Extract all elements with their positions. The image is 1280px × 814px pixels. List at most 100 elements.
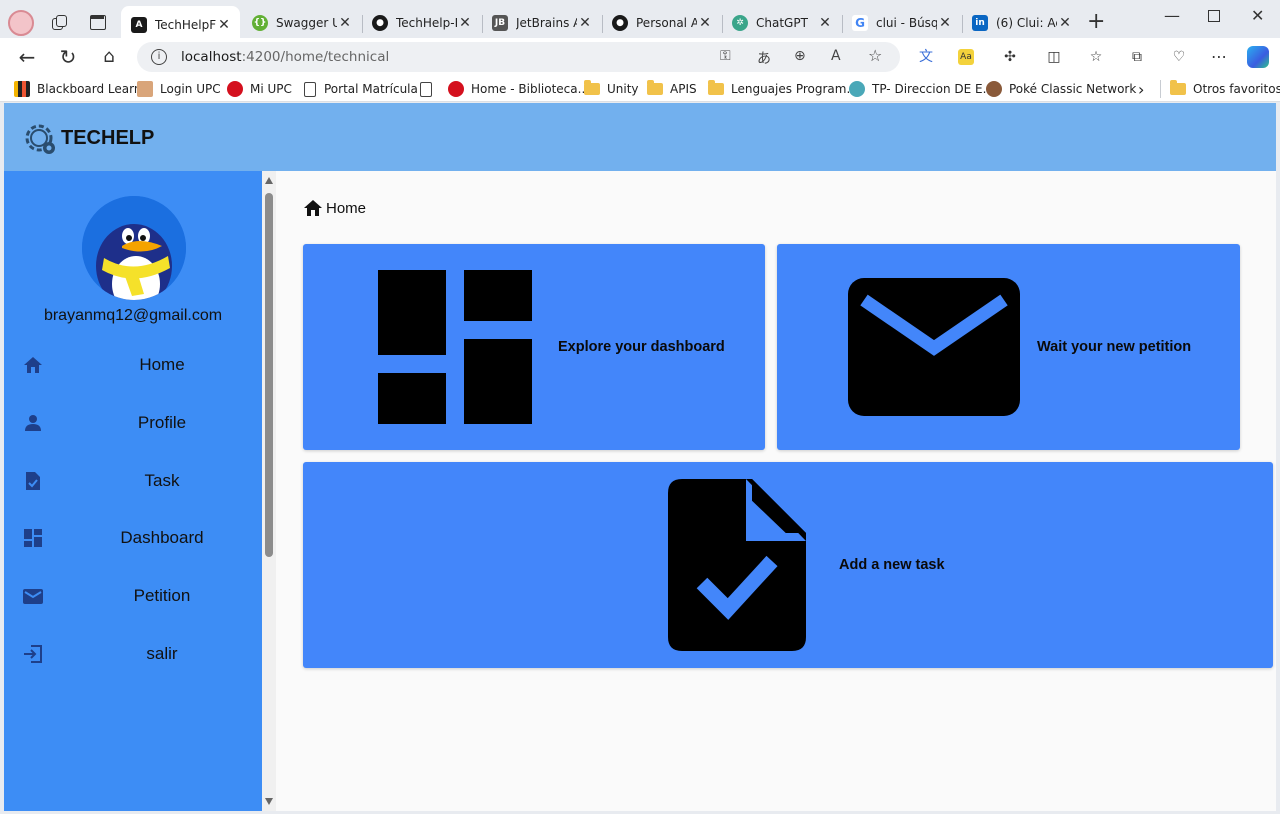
scroll-down-arrow-icon[interactable] — [265, 798, 273, 805]
back-icon[interactable]: ← — [15, 45, 39, 69]
close-tab-icon[interactable]: ✕ — [337, 15, 353, 31]
page-icon — [420, 81, 432, 97]
folder-icon — [1170, 80, 1186, 95]
url-text[interactable]: localhost:4200/home/technical — [181, 49, 389, 65]
bookmark-login-upc[interactable]: Login UPC — [137, 80, 221, 98]
nav-item-salir[interactable]: salir — [4, 634, 262, 674]
close-tab-icon[interactable]: ✕ — [697, 15, 713, 31]
tab-github-personal[interactable]: ● Personal Ac ✕ — [602, 8, 721, 38]
tab-chatgpt[interactable]: ✲ ChatGPT ✕ — [722, 8, 841, 38]
folder-icon — [708, 80, 724, 95]
swagger-icon: {} — [252, 15, 268, 31]
tab-label: Personal Ac — [636, 16, 697, 30]
copilot-icon[interactable] — [1247, 46, 1269, 68]
bookmark-folder-lenguajes[interactable]: Lenguajes Program... — [708, 80, 858, 98]
bookmark-tp-direccion[interactable]: TP- Direccion DE E... — [849, 80, 994, 98]
user-email: brayanmq12@gmail.com — [43, 307, 223, 324]
password-key-icon[interactable]: ⚿ — [720, 48, 731, 64]
scrollbar-thumb[interactable] — [265, 193, 273, 557]
tab-google-search[interactable]: G clui - Búsqu ✕ — [842, 8, 961, 38]
linkedin-icon: in — [972, 15, 988, 31]
home-page-icon[interactable]: ⌂ — [97, 45, 121, 69]
browser-essentials-icon[interactable]: ♡ — [1169, 47, 1189, 67]
close-tab-icon[interactable]: ✕ — [216, 17, 232, 33]
bookmark-other-favorites[interactable]: Otros favoritos — [1170, 80, 1280, 98]
collections-icon[interactable]: ⧉ — [1127, 47, 1147, 67]
dictionary-extension-icon[interactable]: Aa — [958, 49, 974, 65]
github-icon: ● — [612, 15, 628, 31]
bookmark-biblioteca[interactable]: Home - Biblioteca... — [448, 80, 589, 98]
add-task-card[interactable]: Add a new task — [303, 462, 1273, 668]
page-viewport: TECHELP brayanmq12@gmail.com Home Profil… — [4, 103, 1276, 811]
favorites-icon[interactable]: ☆ — [1086, 47, 1106, 67]
workspaces-icon[interactable] — [50, 14, 68, 32]
new-tab-button[interactable]: + — [1087, 11, 1105, 33]
github-icon: ● — [372, 15, 388, 31]
nav-item-petition[interactable]: Petition — [4, 576, 262, 616]
translate-icon[interactable]: あ — [757, 48, 771, 68]
extensions-icon[interactable]: ✣ — [1000, 47, 1020, 67]
bookmark-folder-apis[interactable]: APIS — [647, 80, 697, 98]
folder-icon — [584, 80, 600, 95]
bookmarks-bar: Blackboard Learn Login UPC Mi UPC Portal… — [0, 76, 1280, 102]
blackboard-icon — [14, 81, 30, 97]
bookmark-poke-classic[interactable]: Poké Classic Network — [986, 80, 1136, 98]
scroll-up-arrow-icon[interactable] — [265, 177, 273, 184]
nav-item-dashboard[interactable]: Dashboard — [4, 518, 262, 558]
close-window-icon[interactable]: ✕ — [1251, 6, 1264, 25]
close-tab-icon[interactable]: ✕ — [457, 15, 473, 31]
bookmark-label: TP- Direccion DE E... — [872, 82, 995, 96]
gear-logo-icon — [25, 124, 55, 154]
read-aloud-icon[interactable]: A — [831, 48, 841, 64]
explore-dashboard-card[interactable]: Explore your dashboard — [303, 244, 765, 450]
breadcrumb-label: Home — [326, 200, 367, 217]
bookmark-mi-upc[interactable]: Mi UPC — [227, 80, 292, 98]
bookmark-blackboard[interactable]: Blackboard Learn — [14, 80, 141, 98]
close-tab-icon[interactable]: ✕ — [817, 15, 833, 31]
nav-item-task[interactable]: Task — [4, 461, 262, 501]
bookmarks-overflow-chevron-icon[interactable]: › — [1138, 80, 1144, 99]
bookmark-label: Login UPC — [160, 82, 221, 96]
favorite-star-icon[interactable]: ☆ — [868, 46, 882, 65]
close-tab-icon[interactable]: ✕ — [937, 15, 953, 31]
bookmark-label: Unity — [607, 82, 639, 96]
bookmark-label: Poké Classic Network — [1009, 82, 1137, 96]
tab-swagger[interactable]: {} Swagger UI ✕ — [242, 8, 361, 38]
close-tab-icon[interactable]: ✕ — [1057, 15, 1073, 31]
minimize-icon[interactable]: — — [1164, 6, 1180, 25]
nav-item-home[interactable]: Home — [4, 345, 262, 385]
navigation-bar: ← ↻ ⌂ i localhost:4200/home/technical ⚿ … — [0, 38, 1280, 76]
brand-title: TECHELP — [61, 127, 155, 149]
reload-icon[interactable]: ↻ — [56, 45, 80, 69]
app-toolbar: TECHELP — [4, 103, 1276, 171]
tab-github-techhelp[interactable]: ● TechHelp-Fro ✕ — [362, 8, 481, 38]
nav-item-profile[interactable]: Profile — [4, 403, 262, 443]
dashboard-icon — [378, 270, 532, 424]
side-navigation: brayanmq12@gmail.com Home Profile Task D… — [4, 171, 262, 811]
address-bar[interactable]: i localhost:4200/home/technical ⚿ あ ⊕ A … — [137, 42, 900, 72]
tp-direccion-icon — [849, 81, 865, 97]
tab-jetbrains[interactable]: JB JetBrains Ac ✕ — [482, 8, 601, 38]
close-tab-icon[interactable]: ✕ — [577, 15, 593, 31]
bookmark-untitled[interactable] — [420, 80, 440, 98]
translator-extension-icon[interactable]: 文 — [916, 47, 936, 67]
folder-icon — [647, 80, 663, 95]
split-screen-icon[interactable]: ◫ — [1044, 47, 1064, 67]
penguin-avatar-icon — [82, 196, 186, 300]
tab-label: TechHelp-Fro — [396, 16, 457, 30]
sidenav-scrollbar[interactable] — [262, 171, 276, 811]
tab-linkedin[interactable]: in (6) Clui: Ace ✕ — [962, 8, 1081, 38]
site-info-icon[interactable]: i — [151, 49, 167, 65]
bookmark-portal-matricula[interactable]: Portal Matrícula — [304, 80, 418, 98]
profile-avatar-button[interactable] — [8, 10, 34, 36]
zoom-icon[interactable]: ⊕ — [794, 48, 806, 64]
more-menu-icon[interactable]: ⋯ — [1209, 47, 1229, 67]
bookmark-folder-unity[interactable]: Unity — [584, 80, 639, 98]
task-icon — [668, 479, 806, 651]
wait-petition-card[interactable]: Wait your new petition — [777, 244, 1240, 450]
card-title: Explore your dashboard — [558, 339, 725, 355]
bookmark-label: Mi UPC — [250, 82, 292, 96]
bookmark-label: APIS — [670, 82, 697, 96]
maximize-icon[interactable] — [1208, 10, 1220, 22]
vertical-tabs-icon[interactable] — [90, 15, 106, 30]
